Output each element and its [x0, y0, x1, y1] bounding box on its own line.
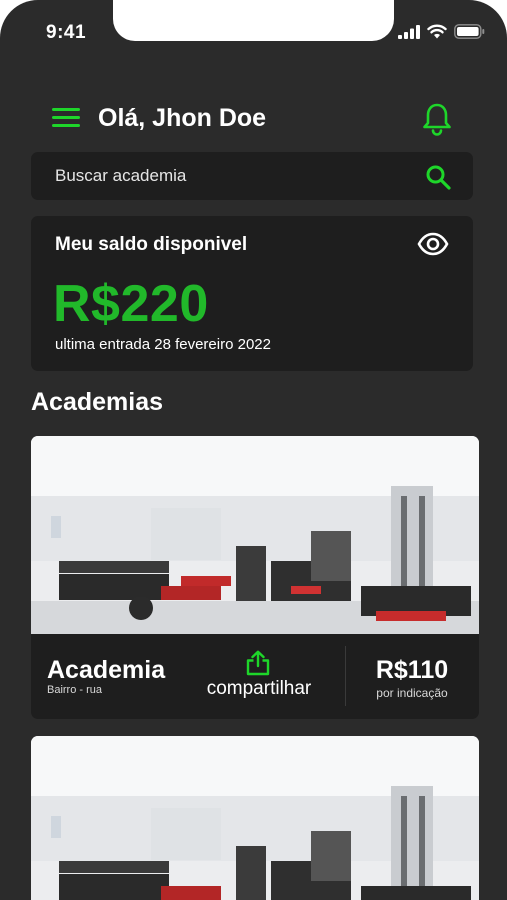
wifi-icon: [427, 24, 447, 39]
gym-price: R$110: [375, 656, 449, 684]
balance-title: Meu saldo disponivel: [55, 234, 248, 255]
balance-amount: R$220: [53, 275, 209, 333]
app-screen: 9:41 Olá, Jhon Doe Buscar academia Meu s…: [0, 0, 507, 900]
gym-photo: [31, 436, 479, 634]
balance-card: Meu saldo disponivel R$220 ultima entrad…: [31, 216, 473, 371]
greeting-title: Olá, Jhon Doe: [98, 104, 267, 132]
device-notch: [113, 0, 394, 41]
search-icon[interactable]: [425, 164, 451, 190]
signal-icon: [398, 24, 420, 39]
search-input[interactable]: [31, 152, 421, 200]
bell-icon[interactable]: [421, 102, 453, 136]
gym-price-note: por indicação: [376, 686, 448, 700]
hamburger-icon[interactable]: [52, 108, 80, 130]
gym-card[interactable]: Academia Bairro - rua compartilhar R$110…: [31, 436, 479, 719]
gym-card[interactable]: [31, 736, 479, 900]
gym-photo: [31, 736, 479, 900]
search-bar: [31, 152, 473, 200]
balance-last-entry: ultima entrada 28 fevereiro 2022: [55, 336, 271, 353]
app-header: Olá, Jhon Doe: [0, 100, 507, 140]
section-title: Academias: [31, 388, 164, 416]
status-time: 9:41: [46, 22, 87, 43]
status-icons: [398, 24, 485, 39]
gym-address: Bairro - rua: [47, 684, 103, 696]
eye-icon[interactable]: [417, 232, 449, 256]
gym-card-footer: Academia Bairro - rua compartilhar R$110…: [31, 634, 479, 719]
footer-divider: [345, 646, 346, 706]
share-button[interactable]: compartilhar: [195, 650, 325, 702]
battery-icon: [454, 24, 485, 39]
gym-name: Academia: [47, 656, 166, 684]
share-icon: [246, 650, 270, 676]
share-label: compartilhar: [206, 678, 312, 699]
